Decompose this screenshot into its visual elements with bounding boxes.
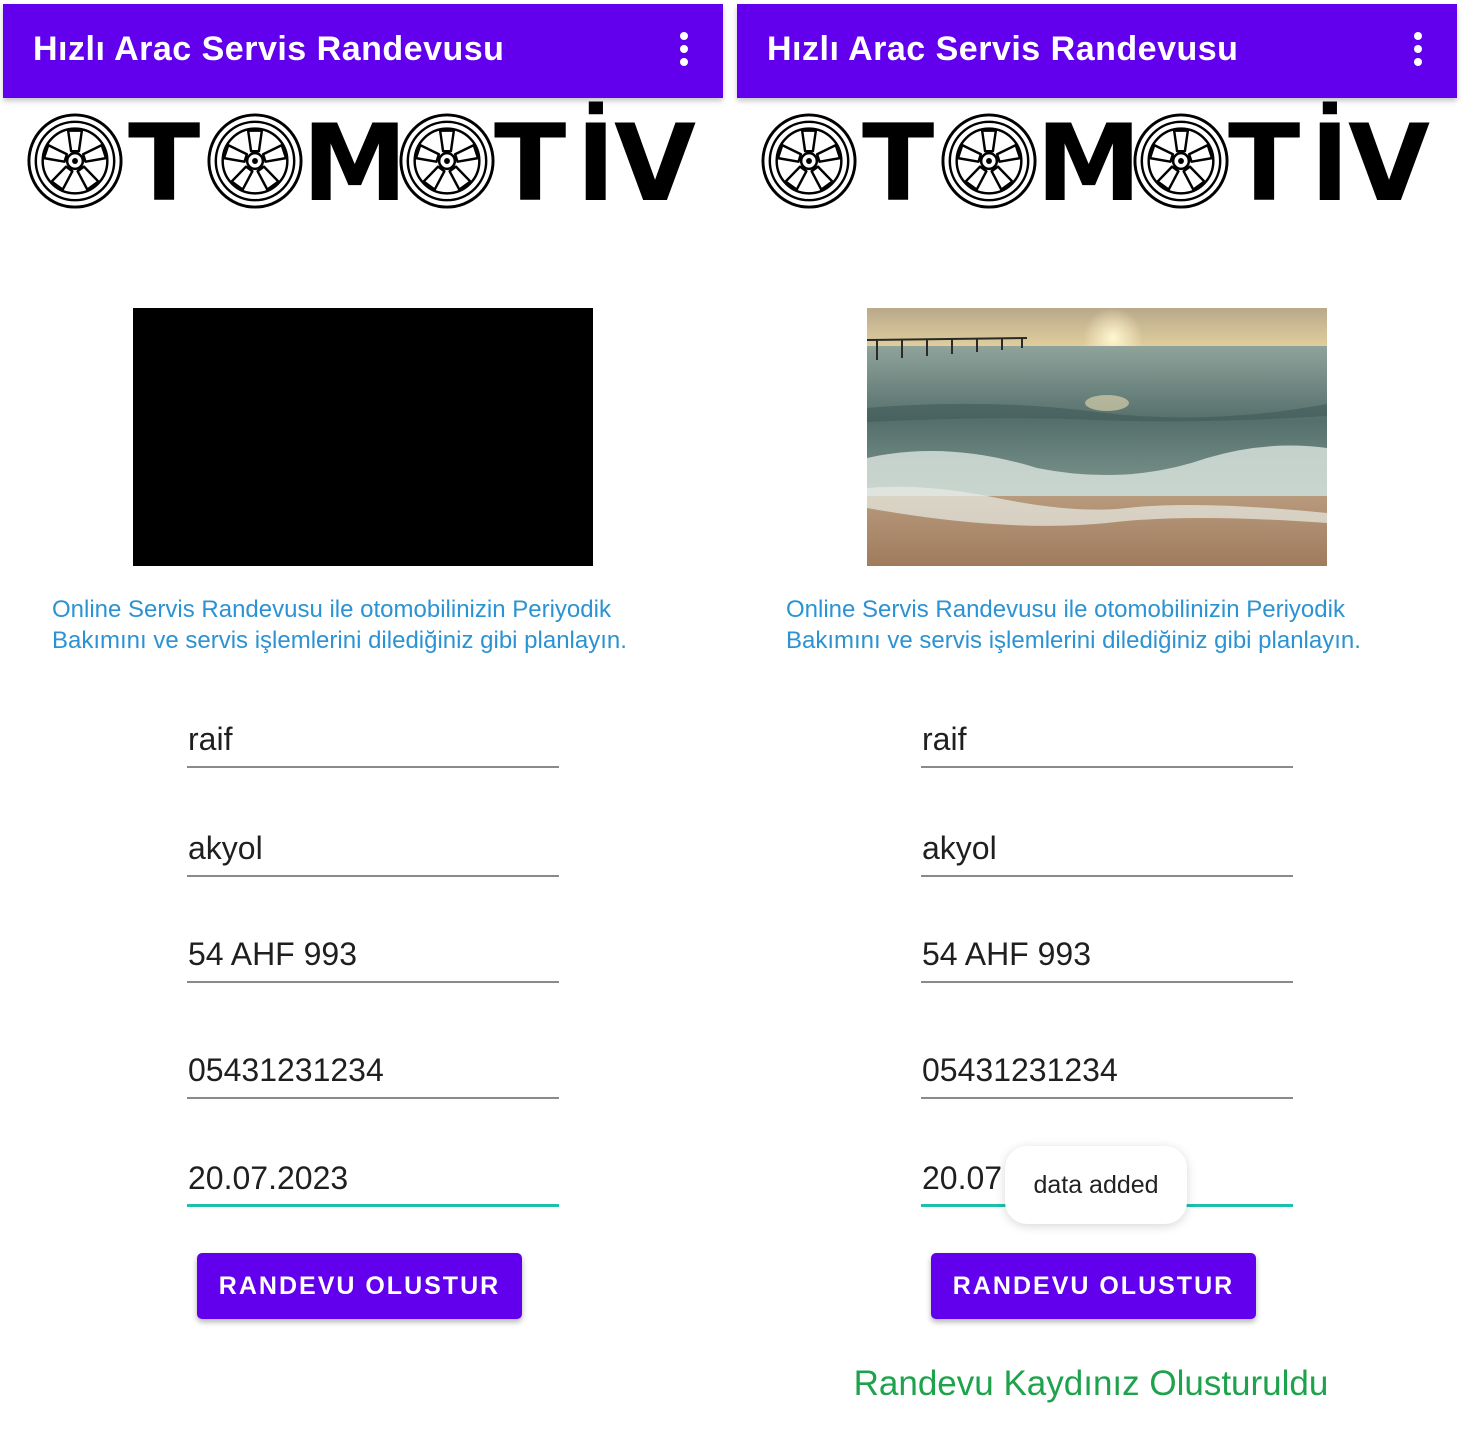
last-name-field[interactable]: akyol <box>921 825 1293 877</box>
otomotiv-logo: T M T İ V <box>27 102 696 220</box>
success-message: Randevu Kaydınız Olusturuldu <box>853 1364 1329 1403</box>
svg-text:İ: İ <box>576 102 615 220</box>
svg-text:M: M <box>302 102 407 220</box>
first-name-field[interactable]: raif <box>187 716 559 768</box>
beach-video-frame <box>867 308 1327 566</box>
svg-text:T: T <box>128 102 200 220</box>
plate-field[interactable]: 54 AHF 993 <box>921 931 1293 983</box>
phone-field[interactable]: 05431231234 <box>921 1047 1293 1099</box>
more-vert-icon[interactable] <box>679 32 689 68</box>
phone-value: 05431231234 <box>188 1052 384 1088</box>
app-bar: Hızlı Arac Servis Randevusu <box>3 4 723 98</box>
toast-message: data added <box>1005 1146 1187 1224</box>
svg-text:V: V <box>1348 102 1430 220</box>
date-field[interactable]: 20.07.2023 <box>187 1155 559 1207</box>
svg-text:T: T <box>494 102 566 220</box>
phone-value: 05431231234 <box>922 1052 1118 1088</box>
app-title: Hızlı Arac Servis Randevusu <box>33 30 505 68</box>
video-player[interactable] <box>867 308 1327 566</box>
svg-text:İ: İ <box>1310 102 1349 220</box>
first-name-value: raif <box>188 721 233 757</box>
svg-text:M: M <box>1036 102 1141 220</box>
first-name-value: raif <box>922 721 967 757</box>
phone-field[interactable]: 05431231234 <box>187 1047 559 1099</box>
description-text: Online Servis Randevusu ile otomobiliniz… <box>786 596 1361 654</box>
otomotiv-logo: T M T İ V <box>761 102 1430 220</box>
svg-text:V: V <box>614 102 696 220</box>
app-bar: Hızlı Arac Servis Randevusu <box>737 4 1457 98</box>
video-player[interactable] <box>133 308 593 566</box>
more-vert-icon[interactable] <box>1413 32 1423 68</box>
create-appointment-button[interactable]: RANDEVU OLUSTUR <box>197 1253 522 1319</box>
last-name-value: akyol <box>922 830 997 866</box>
last-name-value: akyol <box>188 830 263 866</box>
svg-text:T: T <box>1228 102 1300 220</box>
date-value: 20.07.2023 <box>188 1160 349 1196</box>
description-text: Online Servis Randevusu ile otomobiliniz… <box>52 596 627 654</box>
plate-value: 54 AHF 993 <box>188 936 357 972</box>
plate-value: 54 AHF 993 <box>922 936 1091 972</box>
svg-text:T: T <box>862 102 934 220</box>
app-title: Hızlı Arac Servis Randevusu <box>767 30 1239 68</box>
plate-field[interactable]: 54 AHF 993 <box>187 931 559 983</box>
left-screen: Hızlı Arac Servis Randevusu T M T İ V On… <box>0 0 723 1430</box>
first-name-field[interactable]: raif <box>921 716 1293 768</box>
create-appointment-button[interactable]: RANDEVU OLUSTUR <box>931 1253 1256 1319</box>
last-name-field[interactable]: akyol <box>187 825 559 877</box>
